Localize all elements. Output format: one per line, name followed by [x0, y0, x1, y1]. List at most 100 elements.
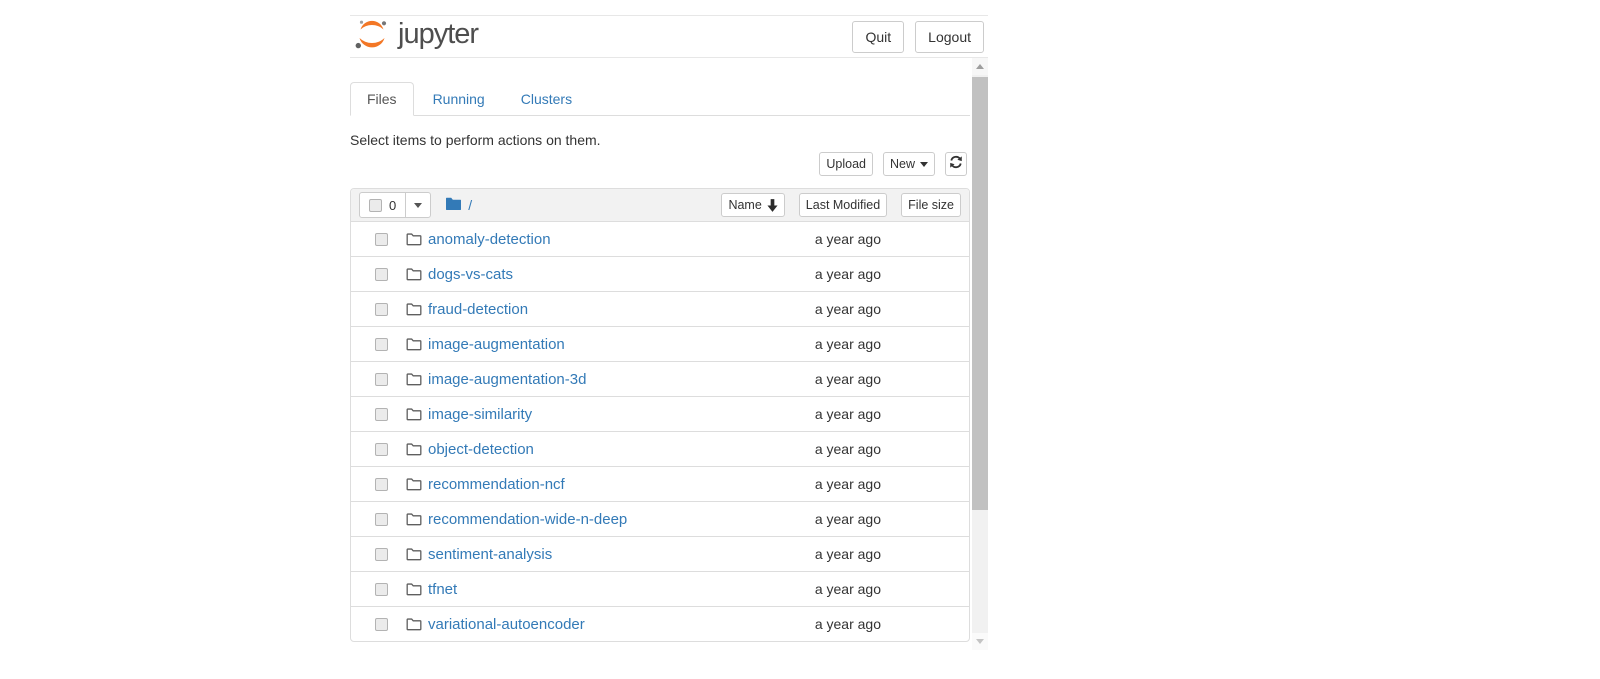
item-name-link[interactable]: variational-autoencoder	[428, 616, 731, 633]
tab-bar: Files Running Clusters	[350, 82, 970, 116]
sort-descending-arrow-icon	[767, 199, 778, 212]
folder-icon	[406, 582, 422, 596]
item-last-modified: a year ago	[731, 511, 881, 527]
item-name-link[interactable]: dogs-vs-cats	[428, 266, 731, 283]
row-checkbox[interactable]	[375, 373, 388, 386]
breadcrumb-root-link[interactable]: /	[468, 197, 472, 213]
refresh-icon	[949, 155, 963, 174]
table-row: image-similarity a year ago	[351, 396, 969, 431]
item-last-modified: a year ago	[731, 441, 881, 457]
item-last-modified: a year ago	[731, 476, 881, 492]
row-checkbox[interactable]	[375, 513, 388, 526]
jupyter-logo[interactable]: jupyter	[354, 17, 478, 56]
scroll-region: Files Running Clusters Select items to p…	[350, 58, 988, 642]
row-checkbox[interactable]	[375, 338, 388, 351]
breadcrumb-folder-icon	[445, 196, 462, 214]
scroll-down-arrow-icon	[976, 639, 984, 644]
select-all-segment[interactable]: 0	[360, 193, 405, 217]
folder-icon	[406, 547, 422, 561]
row-checkbox[interactable]	[375, 618, 388, 631]
row-checkbox[interactable]	[375, 233, 388, 246]
item-name-link[interactable]: tfnet	[428, 581, 731, 598]
item-last-modified: a year ago	[731, 406, 881, 422]
item-last-modified: a year ago	[731, 231, 881, 247]
table-row: image-augmentation-3d a year ago	[351, 361, 969, 396]
select-all-group: 0	[359, 192, 431, 218]
quit-button[interactable]: Quit	[852, 21, 904, 53]
item-name-link[interactable]: sentiment-analysis	[428, 546, 731, 563]
logo-wordmark: jupyter	[398, 18, 478, 51]
upload-button[interactable]: Upload	[819, 152, 873, 176]
new-dropdown-button[interactable]: New	[883, 152, 935, 176]
folder-icon	[406, 232, 422, 246]
folder-icon	[406, 267, 422, 281]
breadcrumb: /	[445, 196, 472, 214]
item-name-link[interactable]: image-augmentation-3d	[428, 371, 731, 388]
main-content: Files Running Clusters Select items to p…	[350, 58, 970, 642]
table-row: sentiment-analysis a year ago	[351, 536, 969, 571]
item-last-modified: a year ago	[731, 616, 881, 632]
folder-icon	[406, 617, 422, 631]
table-row: recommendation-ncf a year ago	[351, 466, 969, 501]
row-checkbox[interactable]	[375, 583, 388, 596]
refresh-button[interactable]	[945, 152, 967, 176]
row-checkbox[interactable]	[375, 443, 388, 456]
item-name-link[interactable]: object-detection	[428, 441, 731, 458]
select-filter-dropdown[interactable]	[405, 193, 430, 217]
table-row: dogs-vs-cats a year ago	[351, 256, 969, 291]
table-row: object-detection a year ago	[351, 431, 969, 466]
caret-down-icon	[920, 162, 928, 171]
item-name-link[interactable]: recommendation-ncf	[428, 476, 731, 493]
tab-clusters[interactable]: Clusters	[504, 82, 589, 116]
sort-by-size-button[interactable]: File size	[901, 193, 961, 217]
row-checkbox[interactable]	[375, 268, 388, 281]
item-name-link[interactable]: image-augmentation	[428, 336, 731, 353]
sort-by-name-button[interactable]: Name	[721, 193, 784, 217]
file-list: 0 /	[350, 188, 970, 642]
selected-count: 0	[389, 198, 396, 213]
item-last-modified: a year ago	[731, 581, 881, 597]
row-checkbox[interactable]	[375, 303, 388, 316]
table-row: fraud-detection a year ago	[351, 291, 969, 326]
list-header: 0 /	[351, 189, 969, 221]
folder-icon	[406, 477, 422, 491]
folder-icon	[406, 337, 422, 351]
row-checkbox[interactable]	[375, 478, 388, 491]
select-all-checkbox[interactable]	[369, 199, 382, 212]
item-last-modified: a year ago	[731, 546, 881, 562]
folder-icon	[406, 407, 422, 421]
jupyter-logo-icon	[354, 17, 390, 56]
scrollbar-thumb[interactable]	[972, 77, 988, 510]
item-name-link[interactable]: image-similarity	[428, 406, 731, 423]
table-row: variational-autoencoder a year ago	[351, 606, 969, 641]
header-buttons: Quit Logout	[841, 21, 984, 53]
item-name-link[interactable]: fraud-detection	[428, 301, 731, 318]
item-name-link[interactable]: anomaly-detection	[428, 231, 731, 248]
caret-down-icon	[414, 203, 422, 212]
scrollbar-track[interactable]	[972, 58, 988, 650]
logout-button[interactable]: Logout	[915, 21, 984, 53]
item-name-link[interactable]: recommendation-wide-n-deep	[428, 511, 731, 528]
folder-icon	[406, 442, 422, 456]
jupyter-file-browser: jupyter Quit Logout Files Running Cluste…	[350, 15, 988, 642]
item-last-modified: a year ago	[731, 301, 881, 317]
item-last-modified: a year ago	[731, 336, 881, 352]
folder-icon	[406, 372, 422, 386]
row-checkbox[interactable]	[375, 408, 388, 421]
folder-icon	[406, 512, 422, 526]
row-checkbox[interactable]	[375, 548, 388, 561]
tab-files[interactable]: Files	[350, 82, 414, 116]
folder-icon	[406, 302, 422, 316]
item-last-modified: a year ago	[731, 371, 881, 387]
sort-by-modified-button[interactable]: Last Modified	[799, 193, 887, 217]
scrollbar-up-button[interactable]	[972, 58, 988, 75]
table-row: recommendation-wide-n-deep a year ago	[351, 501, 969, 536]
scroll-up-arrow-icon	[976, 64, 984, 69]
tab-running[interactable]: Running	[416, 82, 502, 116]
instruction-text: Select items to perform actions on them.	[350, 131, 970, 150]
table-row: anomaly-detection a year ago	[351, 221, 969, 256]
table-row: image-augmentation a year ago	[351, 326, 969, 361]
scrollbar-down-button[interactable]	[972, 633, 988, 650]
item-last-modified: a year ago	[731, 266, 881, 282]
app-header: jupyter Quit Logout	[350, 16, 988, 58]
